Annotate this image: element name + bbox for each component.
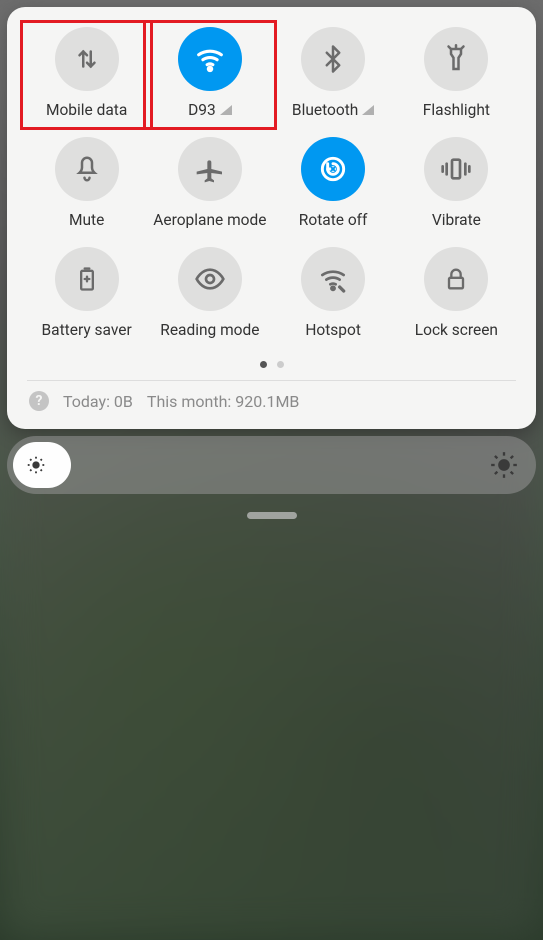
hotspot-icon[interactable]: [301, 247, 365, 311]
tile-label: Bluetooth: [292, 101, 374, 119]
tile-lock[interactable]: Lock screen: [395, 247, 518, 339]
tile-bluetooth[interactable]: Bluetooth: [272, 27, 395, 119]
page-indicator[interactable]: [17, 361, 526, 368]
bluetooth-icon[interactable]: [301, 27, 365, 91]
tile-label: Hotspot: [305, 321, 361, 339]
info-icon: ?: [29, 391, 49, 411]
signal-icon: [362, 105, 374, 115]
tile-hotspot[interactable]: Hotspot: [272, 247, 395, 339]
page-dot[interactable]: [277, 361, 284, 368]
vibrate-icon[interactable]: [424, 137, 488, 201]
tile-label: Flashlight: [423, 101, 490, 119]
tile-label: Lock screen: [415, 321, 498, 339]
tile-label: Mobile data: [46, 101, 127, 119]
divider: [27, 380, 516, 381]
tile-label: Aeroplane mode: [153, 211, 266, 229]
tile-label: Mute: [69, 211, 104, 229]
tile-vibrate[interactable]: Vibrate: [395, 137, 518, 229]
tile-label: Reading mode: [160, 321, 259, 339]
flashlight-icon[interactable]: [424, 27, 488, 91]
airplane-icon[interactable]: [178, 137, 242, 201]
quick-settings-panel: Mobile data D93 Bluetooth Flashlight Mute Aer…: [7, 7, 536, 429]
tile-battery[interactable]: Battery saver: [25, 247, 148, 339]
page-dot[interactable]: [260, 361, 267, 368]
tile-mobile-data[interactable]: Mobile data: [21, 21, 152, 129]
tile-label: Battery saver: [42, 321, 132, 339]
tile-label: D93: [188, 101, 232, 119]
lock-icon[interactable]: [424, 247, 488, 311]
tile-eye[interactable]: Reading mode: [148, 247, 271, 339]
brightness-high-icon: [490, 451, 518, 479]
rotate-icon[interactable]: [301, 137, 365, 201]
data-usage-row[interactable]: ? Today: 0B This month: 920.1MB: [17, 391, 526, 417]
brightness-low-icon: [25, 454, 47, 476]
tile-airplane[interactable]: Aeroplane mode: [148, 137, 271, 229]
tile-wifi[interactable]: D93: [144, 21, 275, 129]
eye-icon[interactable]: [178, 247, 242, 311]
tile-flashlight[interactable]: Flashlight: [395, 27, 518, 119]
usage-today: Today: 0B: [63, 392, 133, 411]
wifi-icon[interactable]: [178, 27, 242, 91]
tiles-grid: Mobile data D93 Bluetooth Flashlight Mute Aer…: [17, 27, 526, 339]
tile-label: Vibrate: [432, 211, 481, 229]
signal-icon: [220, 105, 232, 115]
tile-rotate[interactable]: Rotate off: [272, 137, 395, 229]
drag-handle[interactable]: [247, 512, 297, 519]
tile-mute[interactable]: Mute: [25, 137, 148, 229]
mute-icon[interactable]: [55, 137, 119, 201]
brightness-slider[interactable]: [7, 436, 536, 494]
tile-label: Rotate off: [299, 211, 368, 229]
usage-month: This month: 920.1MB: [147, 392, 299, 411]
battery-icon[interactable]: [55, 247, 119, 311]
mobile-data-icon[interactable]: [55, 27, 119, 91]
